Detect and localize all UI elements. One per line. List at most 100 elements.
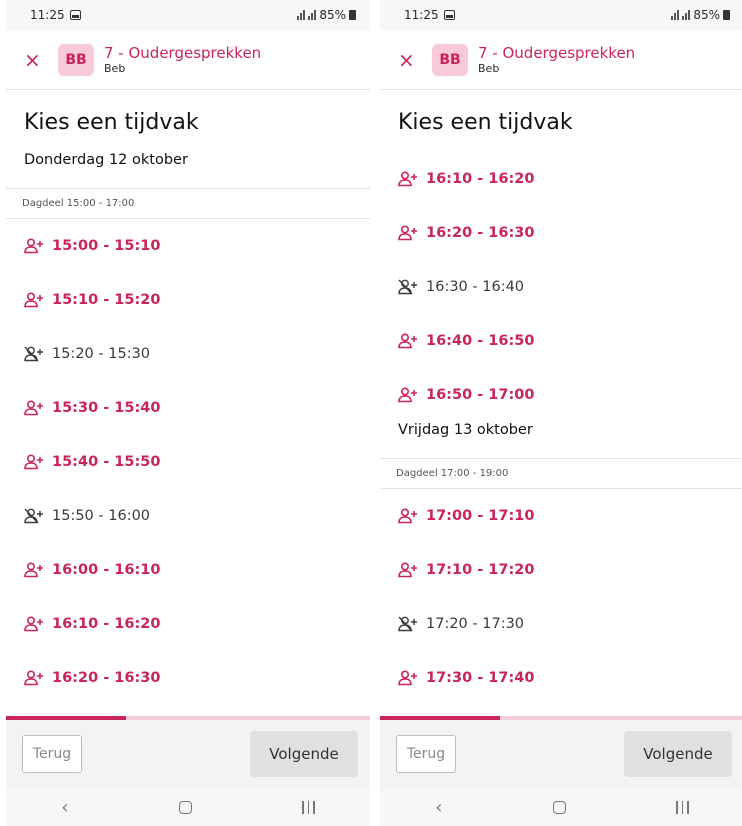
- gallery-notification-icon: [443, 10, 455, 20]
- nav-back-icon[interactable]: ‹: [435, 797, 442, 818]
- app-subtitle: Beb: [478, 61, 500, 75]
- system-nav-bar: ‹: [380, 788, 742, 826]
- person-add-icon: [398, 333, 418, 349]
- slot-list: 17:00 - 17:10 17:10 - 17:20 17:20 - 17:30 1…: [380, 489, 742, 705]
- phone-screen-right: 11:25 85% × BB 7 - Oudergesprekken Beb K…: [380, 0, 742, 826]
- person-add-icon: [24, 670, 44, 686]
- time-slot-available[interactable]: 15:00 - 15:10: [6, 219, 370, 273]
- time-slot-label: 16:20 - 16:30: [52, 670, 161, 686]
- status-bar: 11:25 85%: [6, 0, 370, 30]
- battery-percentage: 85%: [319, 8, 346, 22]
- person-add-icon: [398, 225, 418, 241]
- time-slot-available[interactable]: 16:10 - 16:20: [380, 152, 742, 206]
- time-slot-label: 15:40 - 15:50: [52, 454, 161, 470]
- person-add-icon: [398, 387, 418, 403]
- person-add-icon: [398, 508, 418, 524]
- person-add-icon: [398, 562, 418, 578]
- battery-percentage: 85%: [693, 8, 720, 22]
- time-slot-unavailable: 15:50 - 16:00: [6, 489, 370, 543]
- time-slot-unavailable: 16:30 - 16:40: [380, 260, 742, 314]
- time-slot-available[interactable]: 16:40 - 16:50: [380, 314, 742, 368]
- signal-icon-2: [308, 10, 317, 20]
- slot-list: 16:10 - 16:20 16:20 - 16:30 16:30 - 16:40 1…: [380, 152, 742, 422]
- slot-list: 15:00 - 15:10 15:10 - 15:20 15:20 - 15:30 1…: [6, 219, 370, 705]
- dagdeel-label: Dagdeel 17:00 - 19:00: [380, 458, 742, 489]
- time-slot-unavailable: 17:20 - 17:30: [380, 597, 742, 651]
- time-slot-available[interactable]: 16:00 - 16:10: [6, 543, 370, 597]
- time-slot-label: 16:20 - 16:30: [426, 225, 535, 241]
- person-add-icon: [24, 562, 44, 578]
- app-bar: × BB 7 - Oudergesprekken Beb: [6, 30, 370, 90]
- app-title: 7 - Oudergesprekken: [104, 43, 262, 62]
- avatar: BB: [58, 43, 94, 76]
- time-slot-available[interactable]: 17:00 - 17:10: [380, 489, 742, 543]
- time-slot-label: 16:50 - 17:00: [426, 387, 535, 403]
- time-slot-label: 15:10 - 15:20: [52, 292, 161, 308]
- person-add-disabled-icon: [398, 616, 418, 632]
- next-button[interactable]: Volgende: [624, 731, 732, 777]
- phone-screen-left: 11:25 85% × BB 7 - Oudergesprekken Beb K…: [6, 0, 370, 826]
- signal-icon: [671, 10, 680, 20]
- battery-icon: [723, 10, 730, 20]
- nav-home-icon[interactable]: [552, 800, 566, 814]
- footer-actions: Terug Volgende: [380, 720, 742, 788]
- time-slot-label: 15:50 - 16:00: [52, 508, 151, 524]
- status-time: 11:25: [30, 8, 65, 22]
- person-add-icon: [24, 292, 44, 308]
- time-slot-label: 16:10 - 16:20: [52, 616, 161, 632]
- person-add-icon: [398, 171, 418, 187]
- time-slot-label: 17:10 - 17:20: [426, 562, 535, 578]
- time-slot-available[interactable]: 15:40 - 15:50: [6, 435, 370, 489]
- person-add-disabled-icon: [24, 508, 44, 524]
- avatar: BB: [432, 43, 468, 76]
- app-bar: × BB 7 - Oudergesprekken Beb: [380, 30, 742, 90]
- dagdeel-label: Dagdeel 15:00 - 17:00: [6, 188, 370, 219]
- close-icon[interactable]: ×: [398, 48, 422, 72]
- footer-actions: Terug Volgende: [6, 720, 370, 788]
- back-button[interactable]: Terug: [396, 735, 456, 773]
- time-slot-available[interactable]: 15:30 - 15:40: [6, 381, 370, 435]
- person-add-disabled-icon: [24, 346, 44, 362]
- time-slot-label: 16:30 - 16:40: [426, 279, 525, 295]
- time-slot-available[interactable]: 17:30 - 17:40: [380, 651, 742, 705]
- time-slot-label: 16:10 - 16:20: [426, 171, 535, 187]
- signal-icon-2: [682, 10, 691, 20]
- nav-home-icon[interactable]: [178, 800, 192, 814]
- close-icon[interactable]: ×: [24, 48, 48, 72]
- app-title: 7 - Oudergesprekken: [478, 43, 636, 62]
- gallery-notification-icon: [69, 10, 81, 20]
- person-add-icon: [24, 454, 44, 470]
- time-slot-available[interactable]: 16:10 - 16:20: [6, 597, 370, 651]
- time-slot-available[interactable]: 15:10 - 15:20: [6, 273, 370, 327]
- time-slot-label: 15:20 - 15:30: [52, 346, 151, 362]
- time-slot-label: 16:40 - 16:50: [426, 333, 535, 349]
- person-add-icon: [24, 616, 44, 632]
- nav-recents-icon[interactable]: [302, 800, 315, 814]
- nav-recents-icon[interactable]: [676, 800, 689, 814]
- system-nav-bar: ‹: [6, 788, 370, 826]
- signal-icon: [297, 10, 306, 20]
- time-slot-label: 17:30 - 17:40: [426, 670, 535, 686]
- time-slot-available[interactable]: 16:20 - 16:30: [6, 651, 370, 705]
- time-slot-available[interactable]: 17:10 - 17:20: [380, 543, 742, 597]
- next-button[interactable]: Volgende: [250, 731, 358, 777]
- time-slot-unavailable: 15:20 - 15:30: [6, 327, 370, 381]
- app-subtitle: Beb: [104, 61, 126, 75]
- battery-icon: [349, 10, 356, 20]
- time-slot-available[interactable]: 16:50 - 17:00: [380, 368, 742, 422]
- person-add-icon: [24, 400, 44, 416]
- page-title: Kies een tijdvak: [398, 110, 573, 135]
- back-button[interactable]: Terug: [22, 735, 82, 773]
- nav-back-icon[interactable]: ‹: [61, 797, 68, 818]
- person-add-icon: [24, 238, 44, 254]
- time-slot-label: 17:20 - 17:30: [426, 616, 525, 632]
- status-time: 11:25: [404, 8, 439, 22]
- time-slot-available[interactable]: 16:20 - 16:30: [380, 206, 742, 260]
- time-slot-label: 15:00 - 15:10: [52, 238, 161, 254]
- time-slot-label: 15:30 - 15:40: [52, 400, 161, 416]
- day-heading: Vrijdag 13 oktober: [398, 422, 533, 438]
- status-bar: 11:25 85%: [380, 0, 742, 30]
- time-slot-label: 17:00 - 17:10: [426, 508, 535, 524]
- person-add-disabled-icon: [398, 279, 418, 295]
- page-title: Kies een tijdvak: [24, 110, 199, 135]
